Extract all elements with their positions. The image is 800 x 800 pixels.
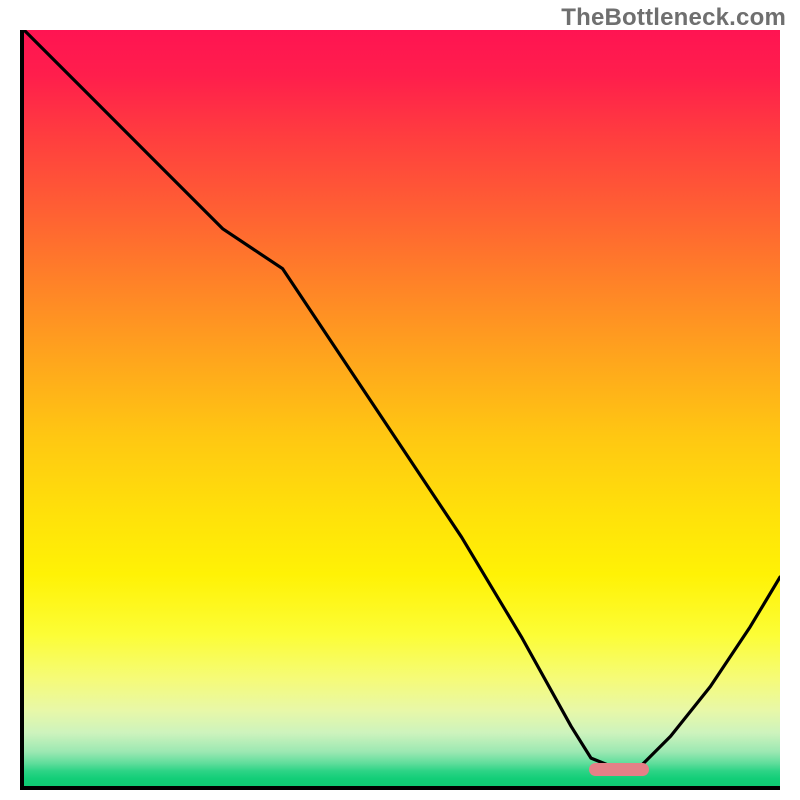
plot-area: [20, 30, 780, 790]
watermark-text: TheBottleneck.com: [561, 4, 786, 32]
bottleneck-curve: [24, 30, 780, 786]
chart-canvas: TheBottleneck.com: [0, 0, 800, 800]
optimum-marker: [589, 763, 649, 776]
